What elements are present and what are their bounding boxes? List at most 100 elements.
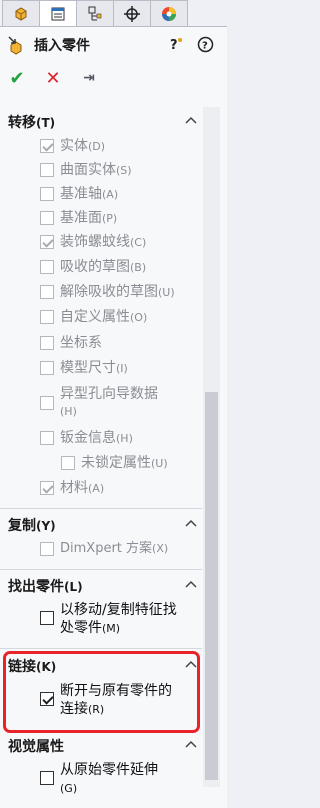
item-label: 材料: [60, 480, 88, 496]
item-label: 异型孔向导数据: [60, 386, 158, 402]
checkbox[interactable]: [40, 310, 54, 324]
checkbox[interactable]: [40, 139, 54, 153]
item-label: 从原始零件延伸: [60, 762, 158, 778]
item-shortcut: (H): [60, 405, 77, 418]
checkbox[interactable]: [40, 285, 54, 299]
item-label: 吸收的草图: [60, 259, 130, 275]
transfer-item-model-dimensions[interactable]: 模型尺寸(I): [40, 359, 128, 378]
item-label: 钣金信息: [60, 430, 116, 446]
section-divider: [0, 508, 202, 509]
tab-dimxpert-manager[interactable]: [113, 0, 151, 26]
item-shortcut: (A): [102, 188, 119, 201]
checkbox[interactable]: [40, 235, 54, 249]
ok-button[interactable]: ✔: [8, 68, 26, 89]
transfer-item-axes[interactable]: 基准轴(A): [40, 185, 118, 204]
transfer-item-material[interactable]: 材料(A): [40, 479, 104, 498]
item-label: 模型尺寸: [60, 360, 116, 376]
tab-configuration-manager[interactable]: [76, 0, 114, 26]
dimxpert-manager-icon: [124, 5, 140, 22]
collapse-caret-icon[interactable]: [185, 519, 197, 527]
item-label: 以移动/复制特征找: [60, 602, 177, 618]
checkbox[interactable]: [40, 260, 54, 274]
item-shortcut: (C): [130, 236, 147, 249]
collapse-caret-icon[interactable]: [185, 740, 197, 748]
tab-feature-manager[interactable]: [2, 0, 40, 26]
transfer-item-hole-wizard-data[interactable]: 异型孔向导数据 (H): [40, 386, 158, 420]
section-title: 转移: [8, 115, 36, 131]
item-shortcut: (P): [102, 212, 118, 225]
feature-manager-icon: [15, 6, 27, 21]
find-parts-item-locate-by-move-copy[interactable]: 以移动/复制特征找 处零件(M): [40, 601, 177, 638]
item-shortcut: (O): [130, 311, 148, 324]
display-manager-icon: [162, 6, 176, 21]
item-label: 解除吸收的草图: [60, 284, 158, 300]
transfer-item-solid-bodies[interactable]: 实体(D): [40, 137, 105, 156]
section-title: 找出零件: [8, 579, 64, 595]
checkbox[interactable]: [40, 336, 54, 350]
checkbox[interactable]: [40, 481, 54, 495]
whats-wrong-help-icon[interactable]: ?: [168, 36, 185, 53]
section-title: 复制: [8, 518, 36, 534]
cancel-button[interactable]: ✕: [44, 68, 62, 89]
transfer-item-planes[interactable]: 基准面(P): [40, 209, 117, 228]
checkbox[interactable]: [40, 396, 54, 410]
transfer-item-custom-properties[interactable]: 自定义属性(O): [40, 308, 147, 327]
property-manager-icon: [51, 7, 65, 21]
item-shortcut: (B): [130, 261, 147, 274]
item-label: 未锁定属性: [81, 455, 151, 471]
svg-text:?: ?: [202, 41, 208, 52]
insert-part-icon: [8, 36, 22, 55]
section-transfer-header[interactable]: 转移(T): [8, 112, 55, 132]
tab-property-manager[interactable]: [39, 0, 77, 27]
transfer-item-unabsorbed-sketches[interactable]: 解除吸收的草图(U): [40, 283, 175, 302]
tab-display-manager[interactable]: [150, 0, 188, 26]
section-divider: [0, 648, 202, 649]
transfer-item-cosmetic-threads[interactable]: 装饰螺蚊线(C): [40, 233, 146, 252]
transfer-item-coordinate-systems[interactable]: 坐标系: [40, 334, 102, 353]
item-shortcut: (H): [116, 432, 133, 445]
transfer-item-sheet-metal-info[interactable]: 钣金信息(H): [40, 429, 133, 448]
checkbox[interactable]: [40, 611, 54, 625]
collapse-caret-icon[interactable]: [185, 580, 197, 588]
section-shortcut: (T): [36, 116, 56, 130]
transfer-item-unlocked-properties[interactable]: 未锁定属性(U): [61, 454, 168, 473]
section-visual-properties-header[interactable]: 视觉属性: [8, 736, 64, 756]
checkbox[interactable]: [40, 361, 54, 375]
checkbox[interactable]: [40, 163, 54, 177]
section-divider: [0, 569, 202, 570]
scrollbar-thumb[interactable]: [205, 392, 218, 780]
item-shortcut: (U): [151, 457, 168, 470]
manager-tabs: [0, 0, 227, 27]
checkbox[interactable]: [61, 456, 75, 470]
item-label: DimXpert 方案: [60, 541, 153, 556]
item-label: 曲面实体: [60, 162, 116, 178]
transfer-item-surface-bodies[interactable]: 曲面实体(S): [40, 161, 132, 180]
checkbox[interactable]: [40, 431, 54, 445]
highlight-box: [3, 651, 200, 733]
page-title: 插入零件: [34, 38, 90, 54]
item-shortcut: (U): [158, 286, 175, 299]
item-shortcut: (G): [60, 782, 78, 795]
checkbox[interactable]: [40, 187, 54, 201]
item-shortcut: (M): [102, 622, 121, 635]
section-find-parts-header[interactable]: 找出零件(L): [8, 576, 83, 596]
item-shortcut: (X): [152, 542, 169, 555]
item-label-continued: 处零件: [60, 620, 102, 636]
transfer-item-absorbed-sketches[interactable]: 吸收的草图(B): [40, 258, 146, 277]
item-shortcut: (S): [116, 164, 132, 177]
item-label: 基准面: [60, 210, 102, 226]
section-copy-header[interactable]: 复制(Y): [8, 515, 56, 535]
checkbox[interactable]: [40, 771, 54, 785]
item-label: 自定义属性: [60, 309, 130, 325]
pin-button[interactable]: ⇥: [80, 69, 98, 87]
visual-item-propagate-from-original[interactable]: 从原始零件延伸 (G): [40, 761, 158, 798]
copy-item-dimxpert-scheme[interactable]: DimXpert 方案(X): [40, 540, 168, 558]
item-shortcut: (I): [116, 362, 128, 375]
collapse-caret-icon[interactable]: [185, 116, 197, 124]
checkbox[interactable]: [40, 542, 54, 556]
checkbox[interactable]: [40, 211, 54, 225]
item-label: 基准轴: [60, 186, 102, 202]
help-icon[interactable]: ?: [197, 36, 214, 53]
section-shortcut: (Y): [36, 519, 56, 533]
item-shortcut: (D): [88, 140, 106, 153]
